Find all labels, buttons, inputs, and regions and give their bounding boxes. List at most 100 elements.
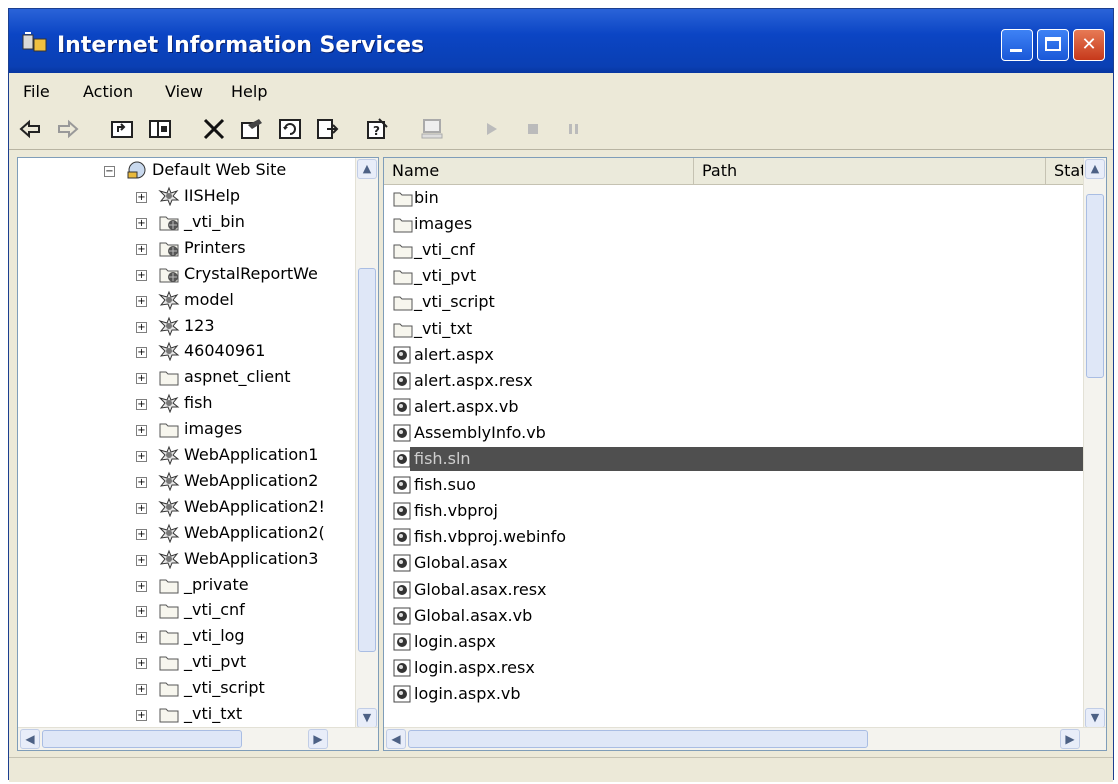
column-header-path[interactable]: Path [694, 158, 1046, 184]
tree-pane[interactable]: − Default Web Site + IISHelp + _vti_bin + Pri… [17, 157, 379, 751]
show-hide-tree-icon[interactable] [147, 117, 173, 141]
expand-icon[interactable]: + [136, 710, 147, 721]
list-item[interactable]: login.aspx.resx [384, 655, 1086, 681]
list-item-selected[interactable]: fish.sln [384, 446, 1090, 472]
menu-help[interactable]: Help [231, 82, 267, 101]
expand-icon[interactable]: + [136, 658, 147, 670]
list-item[interactable]: AssemblyInfo.vb [384, 420, 1086, 446]
computer-icon[interactable] [419, 117, 445, 141]
list-item[interactable]: alert.aspx [384, 342, 1086, 368]
expand-icon[interactable]: + [136, 217, 147, 229]
tree-item[interactable]: + _vti_log [18, 624, 358, 650]
scroll-up-icon[interactable]: ▲ [1085, 159, 1105, 179]
tree-item[interactable]: + WebApplication2! [18, 495, 358, 521]
menu-action[interactable]: Action [83, 82, 133, 101]
expand-icon[interactable]: + [136, 243, 147, 255]
h-scroll-thumb[interactable] [42, 730, 242, 748]
expand-icon[interactable]: + [136, 373, 147, 385]
menu-view[interactable]: View [165, 82, 203, 101]
list-item[interactable]: Global.asax.resx [384, 577, 1086, 603]
tree-root-row[interactable]: − Default Web Site [18, 158, 358, 184]
forward-arrow-icon[interactable] [55, 117, 81, 141]
tree-item[interactable]: + fish [18, 391, 358, 417]
scroll-left-icon[interactable]: ◀ [20, 729, 40, 749]
tree-item[interactable]: + WebApplication1 [18, 443, 358, 469]
tree-item[interactable]: + _vti_txt [18, 702, 358, 728]
export-list-icon[interactable] [315, 117, 341, 141]
close-button[interactable]: ✕ [1073, 29, 1105, 61]
column-header-name[interactable]: Name [384, 158, 694, 184]
list-item[interactable]: _vti_txt [384, 316, 1086, 342]
tree-item[interactable]: + IISHelp [18, 184, 358, 210]
delete-icon[interactable] [201, 117, 227, 141]
back-arrow-icon[interactable] [17, 117, 43, 141]
pause-icon[interactable] [561, 117, 587, 141]
expand-icon[interactable]: + [136, 451, 147, 462]
list-item[interactable]: fish.vbproj [384, 498, 1086, 524]
expand-icon[interactable]: + [136, 580, 147, 592]
tree-item[interactable]: + _vti_script [18, 676, 358, 702]
h-scroll-thumb[interactable] [408, 730, 868, 748]
tree-item[interactable]: + CrystalReportWe [18, 262, 358, 288]
expand-icon[interactable]: + [136, 528, 147, 540]
title-bar[interactable]: Internet Information Services ✕ [9, 9, 1113, 73]
scroll-down-icon[interactable]: ▼ [357, 708, 377, 728]
maximize-button[interactable] [1037, 29, 1069, 61]
scroll-thumb[interactable] [1086, 194, 1104, 378]
tree-item[interactable]: + model [18, 288, 358, 314]
tree-item[interactable]: + _vti_cnf [18, 598, 358, 624]
list-item[interactable]: fish.vbproj.webinfo [384, 524, 1086, 550]
expand-icon[interactable]: + [136, 606, 147, 618]
menu-file[interactable]: File [23, 82, 50, 101]
list-vertical-scrollbar[interactable]: ▲ ▼ [1083, 158, 1106, 730]
expand-icon[interactable]: + [136, 321, 147, 333]
tree-horizontal-scrollbar[interactable]: ◀ ▶ [18, 727, 378, 750]
scroll-up-icon[interactable]: ▲ [357, 159, 377, 179]
column-header-status[interactable]: Statu [1046, 158, 1086, 184]
expand-icon[interactable]: + [136, 347, 147, 359]
list-item[interactable]: login.aspx [384, 629, 1086, 655]
tree-item[interactable]: + WebApplication2( [18, 521, 358, 547]
expand-icon[interactable]: + [136, 269, 147, 281]
expand-icon[interactable]: + [136, 476, 147, 488]
list-item[interactable]: fish.suo [384, 472, 1086, 498]
tree-item[interactable]: + WebApplication3 [18, 547, 358, 573]
scroll-right-icon[interactable]: ▶ [308, 729, 328, 749]
tree-item[interactable]: +46040961 [18, 339, 358, 365]
list-item[interactable]: bin [384, 185, 1086, 211]
list-item[interactable]: alert.aspx.vb [384, 394, 1086, 420]
list-horizontal-scrollbar[interactable]: ◀ ▶ [384, 727, 1106, 750]
expand-icon[interactable]: + [136, 684, 147, 696]
expand-icon[interactable]: + [136, 192, 147, 203]
help-icon[interactable]: ? [365, 117, 391, 141]
scroll-right-icon[interactable]: ▶ [1060, 729, 1080, 749]
list-item[interactable]: Global.asax [384, 550, 1086, 576]
tree-item[interactable]: + _vti_bin [18, 210, 358, 236]
list-item[interactable]: alert.aspx.resx [384, 368, 1086, 394]
list-item[interactable]: Global.asax.vb [384, 603, 1086, 629]
expand-icon[interactable]: + [136, 425, 147, 437]
tree-item[interactable]: + images [18, 417, 358, 443]
list-item[interactable]: images [384, 211, 1086, 237]
tree-item[interactable]: + aspnet_client [18, 365, 358, 391]
tree-item[interactable]: + Printers [18, 236, 358, 262]
start-icon[interactable] [479, 117, 505, 141]
refresh-icon[interactable] [277, 117, 303, 141]
collapse-icon[interactable]: − [104, 166, 115, 177]
tree-item[interactable]: + _private [18, 573, 358, 599]
expand-icon[interactable]: + [136, 632, 147, 644]
tree-item[interactable]: + _vti_pvt [18, 650, 358, 676]
tree-vertical-scrollbar[interactable]: ▲ ▼ [355, 158, 378, 730]
expand-icon[interactable]: + [136, 502, 147, 514]
tree-item[interactable]: +123 [18, 314, 358, 340]
scroll-down-icon[interactable]: ▼ [1085, 708, 1105, 728]
tree-item[interactable]: + WebApplication2 [18, 469, 358, 495]
scroll-left-icon[interactable]: ◀ [386, 729, 406, 749]
expand-icon[interactable]: + [136, 295, 147, 307]
expand-icon[interactable]: + [136, 554, 147, 566]
up-folder-icon[interactable] [109, 117, 135, 141]
list-item[interactable]: _vti_script [384, 289, 1086, 315]
expand-icon[interactable]: + [136, 399, 147, 411]
list-item[interactable]: login.aspx.vb [384, 681, 1086, 707]
stop-icon[interactable] [521, 117, 547, 141]
